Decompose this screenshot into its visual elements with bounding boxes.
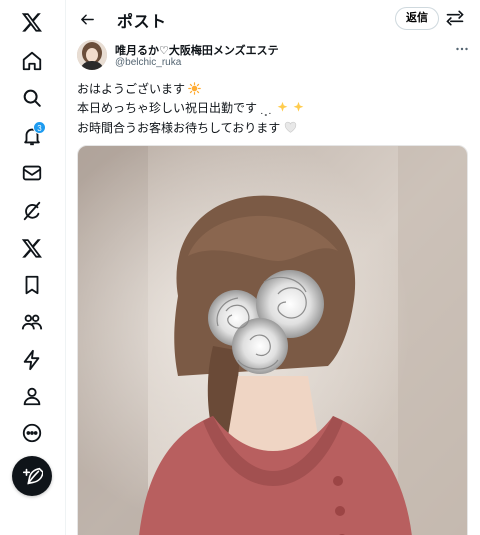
avatar[interactable] <box>77 40 107 70</box>
notification-badge: 3 <box>33 121 46 134</box>
post-line-2: 本日めっちゃ珍しい祝日出勤です .˳. <box>77 100 472 120</box>
sun-emoji <box>188 82 202 100</box>
post-text: おはようございます 本日めっちゃ珍しい祝日出勤です .˳. お時間合うお客様お待… <box>77 81 472 139</box>
bookmarks-icon <box>25 275 39 295</box>
profile-icon <box>23 387 41 406</box>
nav-explore[interactable] <box>12 78 52 118</box>
grok-icon <box>23 201 41 221</box>
white-heart-emoji <box>284 121 297 139</box>
post-more-button[interactable] <box>453 40 471 58</box>
x-logo-icon <box>21 13 42 32</box>
page-title: ポスト <box>117 14 167 31</box>
nav-messages[interactable] <box>12 153 52 193</box>
premium-x-icon <box>21 239 42 258</box>
nav-grok[interactable] <box>12 191 52 231</box>
avatar-image <box>77 40 107 70</box>
author-handle[interactable]: @belchic_ruka <box>115 57 181 68</box>
reply-button[interactable]: 返信 <box>395 7 439 30</box>
dots-emoji: .˳. <box>260 106 273 117</box>
nav-premium[interactable] <box>12 228 52 268</box>
compose-post-icon <box>22 467 43 485</box>
nav-more[interactable] <box>12 413 52 453</box>
nav-profile[interactable] <box>12 376 52 416</box>
x-logo-link[interactable] <box>12 2 52 42</box>
post-line-1-text: おはようございます <box>77 82 186 96</box>
post-line-3: お時間合うお客様お待ちしております <box>77 120 472 139</box>
messages-icon <box>22 165 42 181</box>
page-header: ポスト 返信 <box>67 0 480 38</box>
more-horizontal-icon <box>456 47 468 51</box>
reply-settings-button[interactable] <box>445 8 465 28</box>
author-display-name[interactable]: 唯月るか♡大阪梅田メンズエステ <box>115 42 279 58</box>
photo-image <box>78 146 467 535</box>
nav-bookmarks[interactable] <box>12 265 52 305</box>
back-button[interactable] <box>75 7 99 31</box>
sidebar-nav: 3 <box>0 0 66 535</box>
post-photo[interactable] <box>77 145 468 535</box>
nav-home[interactable] <box>12 41 52 81</box>
more-icon <box>22 423 42 443</box>
verified-orgs-icon <box>23 349 40 371</box>
nav-notifications[interactable]: 3 <box>12 116 52 156</box>
nav-communities[interactable] <box>12 302 52 342</box>
sliders-icon <box>446 10 464 26</box>
back-arrow-icon <box>80 14 94 24</box>
compose-post-button[interactable] <box>12 456 52 496</box>
post-detail-panel: ポスト 返信 唯月るか♡大阪梅田メンズエステ @belchic_ruka おはよ… <box>67 0 480 535</box>
sparkles-emoji <box>276 101 289 119</box>
communities-icon <box>21 314 43 330</box>
post-line-2-text: 本日めっちゃ珍しい祝日出勤です <box>77 101 258 115</box>
post-author: 唯月るか♡大阪梅田メンズエステ @belchic_ruka <box>77 40 477 72</box>
post-line-1: おはようございます <box>77 81 472 100</box>
nav-verified-orgs[interactable] <box>12 340 52 380</box>
post-line-3-text: お時間合うお客様お待ちしております <box>77 121 281 135</box>
sparkles-emoji-2 <box>292 101 305 119</box>
home-icon <box>22 51 42 71</box>
search-icon <box>23 89 41 107</box>
